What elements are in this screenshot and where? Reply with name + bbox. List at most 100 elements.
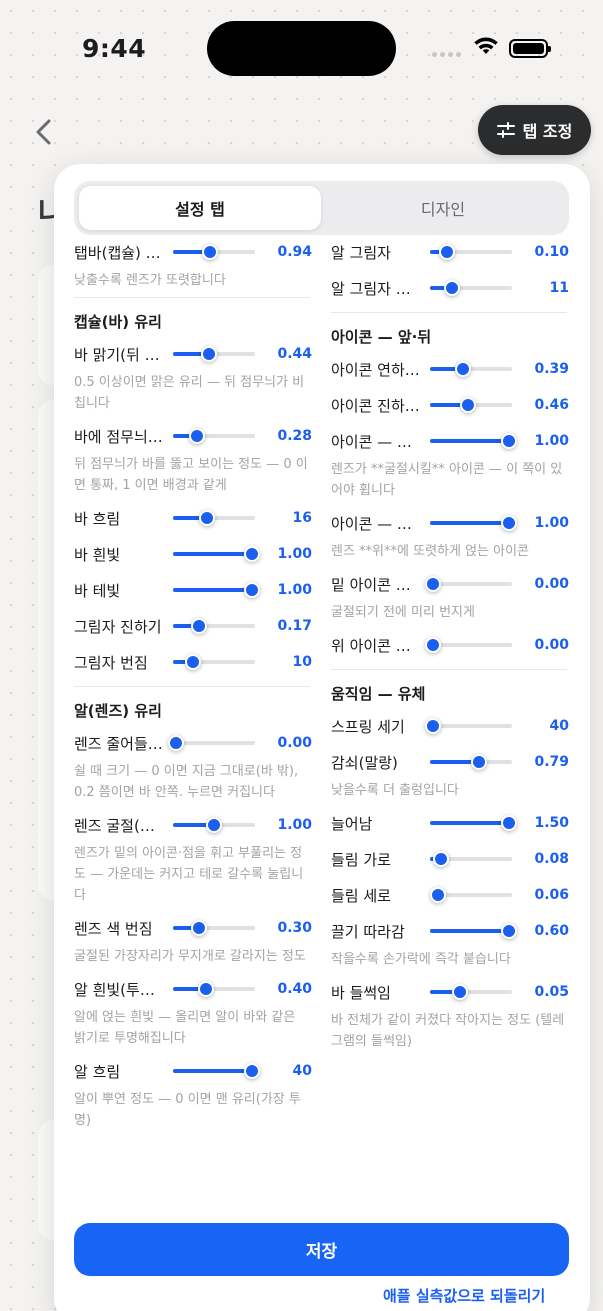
slider-track[interactable]	[429, 887, 512, 903]
slider-track[interactable]	[173, 981, 255, 997]
slider-row: 밑 아이콘 … 0.00	[331, 566, 569, 602]
hint-text: 뒤 점무늬가 바를 뚫고 보이는 정도 — 0 이면 통짜, 1 이면 배경과 …	[74, 457, 308, 493]
slider-track[interactable]	[430, 280, 512, 296]
wifi-icon	[474, 37, 498, 54]
slider-track[interactable]	[173, 654, 255, 670]
tab-settings[interactable]: 설정 탭	[79, 186, 321, 230]
slider-value: 0.17	[277, 618, 312, 634]
slider-thumb[interactable]	[168, 735, 185, 751]
slider-track[interactable]	[425, 576, 512, 592]
slider-value: 0.00	[277, 735, 312, 751]
slider-track[interactable]	[173, 618, 255, 634]
slider-thumb[interactable]	[243, 1063, 260, 1079]
slider-thumb[interactable]	[459, 397, 476, 413]
slider-thumb[interactable]	[454, 361, 471, 377]
slider-track[interactable]	[168, 735, 255, 751]
back-chevron-icon[interactable]	[30, 116, 60, 148]
slider-track[interactable]	[173, 546, 260, 562]
slider-value: 0.46	[534, 397, 569, 413]
slider-track[interactable]	[430, 851, 512, 867]
slider-track[interactable]	[425, 718, 512, 734]
slider-thumb[interactable]	[444, 280, 461, 296]
slider-row: 탭바(캡슐) … 0.94	[74, 234, 312, 270]
slider-thumb[interactable]	[206, 817, 222, 833]
slider-thumb[interactable]	[500, 433, 517, 449]
hint-text: 렌즈가 **굴절시킬** 아이콘 — 이 쪽이 있어야 휩니다	[331, 462, 563, 498]
section-divider	[74, 686, 310, 687]
slider-row: 바 흐림 16	[74, 500, 312, 536]
slider-track[interactable]	[173, 510, 255, 526]
slider-thumb[interactable]	[500, 923, 517, 939]
slider-thumb[interactable]	[189, 428, 206, 444]
slider-row: 스프링 세기 40	[331, 708, 569, 744]
slider-thumb[interactable]	[201, 346, 218, 362]
hint-text: 낮출수록 렌즈가 또렷합니다	[74, 273, 226, 288]
slider-fill	[430, 929, 509, 933]
slider-thumb[interactable]	[425, 718, 442, 734]
slider-value: 1.00	[534, 433, 569, 449]
slider-track[interactable]	[430, 984, 512, 1000]
slider-label: 늘어남	[331, 814, 373, 833]
slider-track[interactable]	[430, 754, 512, 770]
slider-thumb[interactable]	[470, 754, 487, 770]
slider-track[interactable]	[430, 361, 512, 377]
slider-track[interactable]	[430, 923, 517, 939]
slider-row: 들림 가로 0.08	[331, 841, 569, 877]
slider-thumb[interactable]	[438, 244, 455, 260]
slider-thumb[interactable]	[425, 637, 442, 653]
slider-thumb[interactable]	[500, 515, 517, 531]
tune-button-label: 탭 조정	[522, 122, 573, 141]
slider-thumb[interactable]	[190, 618, 207, 634]
tab-design[interactable]: 디자인	[322, 186, 564, 230]
hint-text: 작을수록 손가락에 즉각 붙습니다	[331, 952, 511, 967]
slider-row: 그림자 번짐 10	[74, 644, 312, 680]
section-divider	[74, 297, 310, 298]
tune-button[interactable]: 탭 조정	[478, 105, 591, 155]
slider-row: 바 들썩임 0.05	[331, 974, 569, 1010]
slider-fill	[173, 588, 252, 592]
slider-thumb[interactable]	[190, 920, 207, 936]
slider-thumb[interactable]	[429, 887, 446, 903]
slider-track[interactable]	[173, 428, 255, 444]
hint-text: 알에 얹는 흰빛 — 올리면 알이 바와 같은 밝기로 투명해집니다	[74, 1010, 296, 1046]
slider-thumb[interactable]	[425, 576, 442, 592]
slider-thumb[interactable]	[199, 510, 216, 526]
slider-value: 0.06	[534, 887, 569, 903]
save-button[interactable]: 저장	[74, 1223, 569, 1276]
slider-track[interactable]	[173, 920, 255, 936]
slider-track[interactable]	[173, 244, 255, 260]
slider-row: 바 흰빛 1.00	[74, 536, 312, 572]
slider-thumb[interactable]	[198, 981, 215, 997]
slider-track[interactable]	[173, 817, 255, 833]
slider-fill	[430, 521, 509, 525]
slider-track[interactable]	[430, 515, 517, 531]
slider-track[interactable]	[173, 1063, 260, 1079]
slider-track[interactable]	[425, 637, 512, 653]
slider-thumb[interactable]	[432, 851, 449, 867]
slider-thumb[interactable]	[243, 582, 260, 598]
status-time: 9:44	[82, 34, 147, 63]
slider-track[interactable]	[430, 815, 517, 831]
slider-fill	[173, 1069, 252, 1073]
slider-value: 1.50	[534, 815, 569, 831]
slider-row: 렌즈 굴절(… 1.00	[74, 807, 312, 843]
slider-thumb[interactable]	[202, 244, 219, 260]
slider-row: 아이콘 — … 1.00	[331, 423, 569, 459]
slider-track[interactable]	[430, 397, 512, 413]
slider-track[interactable]	[430, 244, 512, 260]
slider-value: 16	[292, 510, 312, 526]
slider-fill	[430, 439, 509, 443]
slider-row: 위 아이콘 … 0.00	[331, 627, 569, 663]
slider-fill	[173, 552, 252, 556]
slider-thumb[interactable]	[184, 654, 201, 670]
slider-track[interactable]	[430, 433, 517, 449]
slider-value: 0.39	[534, 361, 569, 377]
slider-value: 1.00	[534, 515, 569, 531]
slider-track[interactable]	[173, 582, 260, 598]
slider-thumb[interactable]	[500, 815, 517, 831]
slider-thumb[interactable]	[451, 984, 468, 1000]
reset-to-apple-defaults-link[interactable]: 애플 실측값으로 되돌리기	[383, 1285, 545, 1306]
slider-track[interactable]	[173, 346, 255, 362]
slider-label: 알 흐림	[74, 1062, 121, 1081]
slider-thumb[interactable]	[243, 546, 260, 562]
